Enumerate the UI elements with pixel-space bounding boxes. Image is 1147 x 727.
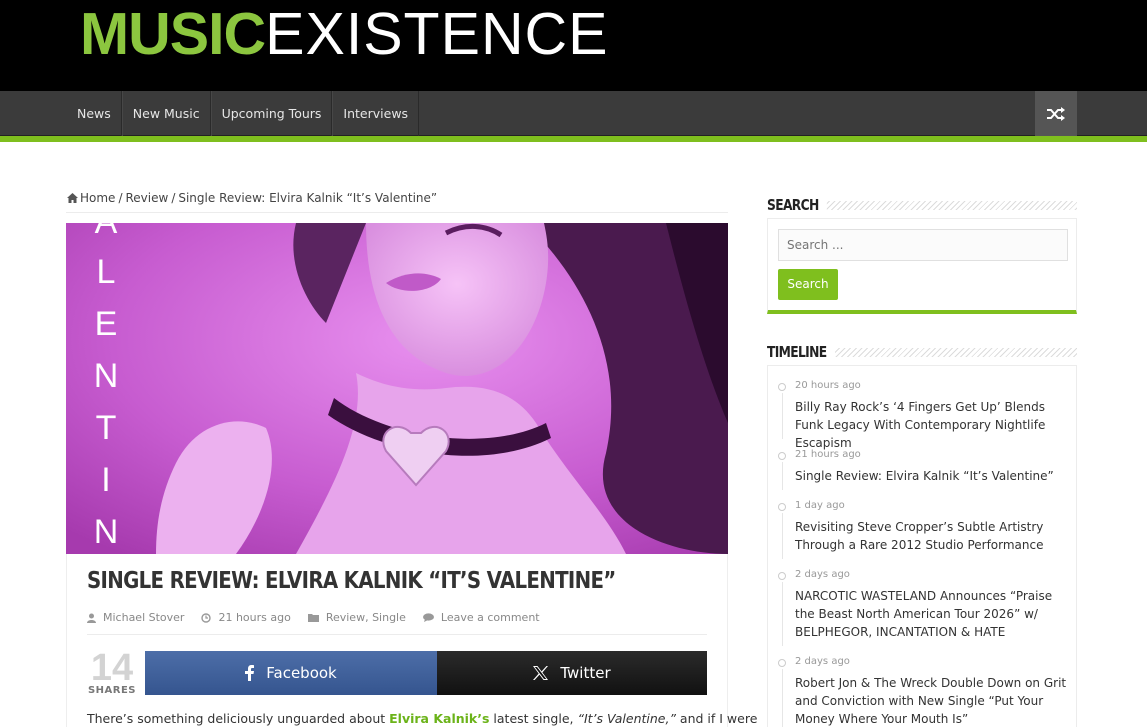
body-text-mid: latest single, <box>489 711 578 726</box>
timeline-link[interactable]: Single Review: Elvira Kalnik “It’s Valen… <box>795 467 1070 485</box>
breadcrumb-separator: / <box>171 191 176 205</box>
timeline-time: 2 days ago <box>795 656 850 667</box>
meta-date: 21 hours ago <box>201 611 291 624</box>
hero-letter: E <box>95 305 118 343</box>
timeline-line <box>782 393 783 439</box>
timeline-dot <box>778 572 786 580</box>
random-post-button[interactable] <box>1035 91 1077 136</box>
twitter-label: Twitter <box>560 664 611 682</box>
timeline-widget-header: TIMELINE <box>767 343 1077 363</box>
nav-item-upcoming-tours[interactable]: Upcoming Tours <box>210 91 333 136</box>
post-body-text: There’s something deliciously unguarded … <box>87 711 757 726</box>
song-title: “It’s Valentine,” <box>577 711 676 726</box>
timeline-line <box>782 669 783 727</box>
share-count: 14 SHARES <box>87 647 137 696</box>
widget-title-stripes <box>833 348 1077 357</box>
shuffle-icon <box>1047 106 1065 121</box>
meta-author[interactable]: Michael Stover <box>87 611 184 624</box>
timeline-widget: 20 hours ago Billy Ray Rock’s ‘4 Fingers… <box>767 365 1077 727</box>
hero-letter: L <box>97 253 116 291</box>
facebook-icon <box>245 665 255 681</box>
nav-item-new-music[interactable]: New Music <box>121 91 211 136</box>
timeline-dot <box>778 452 786 460</box>
post-categories: Review, Single <box>325 611 406 624</box>
search-input[interactable] <box>778 229 1068 261</box>
logo-music: MUSIC <box>80 1 266 67</box>
timeline-dot <box>778 383 786 391</box>
share-count-number: 14 <box>90 647 134 689</box>
post-title: SINGLE REVIEW: ELVIRA KALNIK “IT’S VALEN… <box>87 568 616 594</box>
folder-icon <box>307 614 319 622</box>
site-logo[interactable]: MUSICEXISTENCE <box>80 4 609 64</box>
meta-divider <box>87 634 707 635</box>
timeline-line <box>782 582 783 646</box>
hero-letter: N <box>94 513 119 551</box>
clock-icon <box>201 612 212 623</box>
breadcrumb: Home / Review / Single Review: Elvira Kalnik… <box>67 191 437 205</box>
hero-letter: A <box>95 223 118 241</box>
hero-letter: T <box>96 409 117 447</box>
timeline-time: 2 days ago <box>795 569 850 580</box>
timeline-line <box>782 462 783 490</box>
breadcrumb-home[interactable]: Home <box>80 191 115 205</box>
post-meta: Michael Stover 21 hours ago Review, Sing… <box>87 611 557 624</box>
search-widget-header: SEARCH <box>767 196 1077 216</box>
body-text-end: and if I were <box>675 711 758 726</box>
user-icon <box>87 613 96 623</box>
body-text-start: There’s something deliciously unguarded … <box>87 711 390 726</box>
timeline-link[interactable]: Revisiting Steve Cropper’s Subtle Artist… <box>795 518 1070 554</box>
share-count-label: SHARES <box>87 685 137 696</box>
hero-letter: I <box>101 461 110 499</box>
breadcrumb-review[interactable]: Review <box>125 191 168 205</box>
timeline-dot <box>778 659 786 667</box>
search-widget: Search <box>767 218 1077 314</box>
timeline-link[interactable]: Billy Ray Rock’s ‘4 Fingers Get Up’ Blen… <box>795 398 1070 452</box>
breadcrumb-divider <box>66 212 728 213</box>
timeline-time: 21 hours ago <box>795 449 861 460</box>
nav-menu: News New Music Upcoming Tours Interviews <box>67 91 420 136</box>
author-name: Michael Stover <box>103 611 185 624</box>
featured-image[interactable]: A L E N T I N <box>66 223 728 554</box>
comments-icon <box>422 613 434 622</box>
logo-existence: EXISTENCE <box>265 1 609 67</box>
meta-comments[interactable]: Leave a comment <box>422 611 540 624</box>
artist-link[interactable]: Elvira Kalnik’s <box>389 711 489 726</box>
timeline-widget-title: TIMELINE <box>767 343 835 361</box>
featured-image-art: A L E N T I N <box>66 223 728 554</box>
search-button[interactable]: Search <box>778 269 838 300</box>
x-twitter-icon <box>533 666 549 680</box>
facebook-label: Facebook <box>266 664 337 682</box>
comments-link: Leave a comment <box>440 611 540 624</box>
facebook-share-button[interactable]: Facebook <box>145 651 437 695</box>
nav-item-news[interactable]: News <box>67 91 122 136</box>
main-nav: News New Music Upcoming Tours Interviews <box>0 91 1147 136</box>
site-header: MUSICEXISTENCE <box>0 0 1147 91</box>
timeline-link[interactable]: NARCOTIC WASTELAND Announces “Praise the… <box>795 587 1070 641</box>
hero-letter: N <box>94 357 119 395</box>
timeline-time: 1 day ago <box>795 500 845 511</box>
timeline-line <box>782 513 783 559</box>
widget-title-stripes <box>823 201 1077 210</box>
timeline-time: 20 hours ago <box>795 380 861 391</box>
timeline-link[interactable]: Robert Jon & The Wreck Double Down on Gr… <box>795 674 1070 727</box>
post-date: 21 hours ago <box>218 611 291 624</box>
home-icon <box>67 193 78 203</box>
breadcrumb-separator: / <box>118 191 123 205</box>
twitter-share-button[interactable]: Twitter <box>437 651 707 695</box>
nav-item-interviews[interactable]: Interviews <box>332 91 420 136</box>
meta-categories[interactable]: Review, Single <box>307 611 406 624</box>
nav-accent-bar <box>0 136 1147 142</box>
breadcrumb-current: Single Review: Elvira Kalnik “It’s Valen… <box>178 191 438 205</box>
search-widget-title: SEARCH <box>767 196 827 214</box>
timeline-dot <box>778 503 786 511</box>
